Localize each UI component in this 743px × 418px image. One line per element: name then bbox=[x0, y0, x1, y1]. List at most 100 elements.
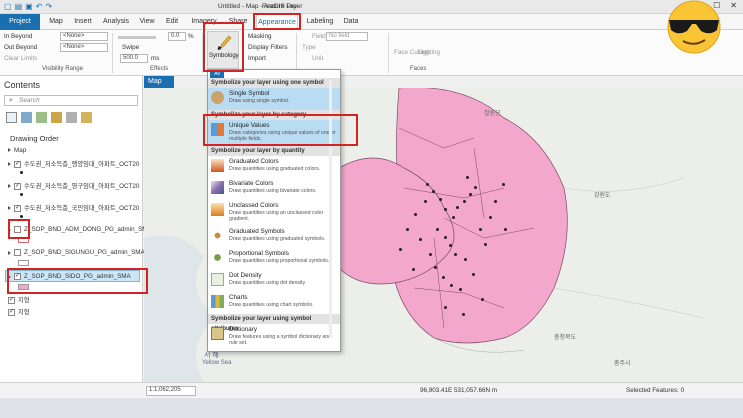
layer-item[interactable]: ✓ 지형 bbox=[8, 307, 30, 316]
expand-icon[interactable] bbox=[8, 227, 11, 232]
point-symbol bbox=[20, 171, 23, 174]
list-by-snapping-icon[interactable] bbox=[66, 112, 77, 123]
close-icon[interactable]: ✕ bbox=[730, 1, 737, 10]
polygon-swatch bbox=[18, 237, 29, 243]
tab-analysis[interactable]: Analysis bbox=[100, 14, 132, 30]
point-symbol bbox=[20, 215, 23, 218]
visibility-checkbox[interactable]: ✓ bbox=[8, 308, 15, 316]
layer-item[interactable]: ✓ 수도권_저소득층_행양임대_아파트_OCT20 bbox=[8, 159, 139, 168]
ribbon: In Beyond Out Beyond Clear Limits <None>… bbox=[0, 30, 743, 76]
charts-option[interactable]: Charts Draw quantities using chart symbo… bbox=[208, 292, 340, 314]
symbology-button[interactable]: Symbology bbox=[207, 31, 239, 69]
single-symbol-option[interactable]: Single Symbol Draw using single symbol. bbox=[208, 88, 340, 110]
list-by-selection-icon[interactable] bbox=[36, 112, 47, 123]
proportional-symbols-icon bbox=[211, 251, 224, 264]
layer-item[interactable]: ✓ Z_SOP_BND_SIDO_PG_admin_SMA bbox=[8, 273, 131, 280]
layer-item[interactable]: ✓ 수도권_저소득층_영구임대_아파트_OCT20 bbox=[8, 181, 139, 190]
menu-section-header: Symbolize your layer by quantity bbox=[208, 146, 340, 156]
dot-density-icon bbox=[211, 273, 224, 286]
proportional-symbols-option[interactable]: Proportional Symbols Draw quantities usi… bbox=[208, 248, 340, 270]
out-beyond-select[interactable]: <None> bbox=[60, 43, 108, 52]
transparency-slider[interactable] bbox=[118, 36, 156, 39]
import-button[interactable]: Import bbox=[248, 55, 266, 62]
new-icon[interactable]: ▢ bbox=[4, 2, 12, 11]
visibility-checkbox[interactable]: ✓ bbox=[14, 182, 21, 190]
tab-insert[interactable]: Insert bbox=[70, 14, 96, 30]
group-effects: Effects bbox=[150, 66, 169, 72]
map-node[interactable]: Map bbox=[8, 147, 26, 154]
taskbar bbox=[0, 398, 743, 418]
tab-map-view[interactable]: Map bbox=[144, 76, 174, 88]
unique-values-icon bbox=[211, 123, 224, 136]
flicker-input[interactable]: 500.0 bbox=[120, 54, 148, 63]
tab-imagery[interactable]: Imagery bbox=[188, 14, 220, 30]
expand-icon[interactable] bbox=[8, 148, 11, 153]
out-beyond-button[interactable]: Out Beyond bbox=[4, 44, 37, 51]
tab-share[interactable]: Share bbox=[226, 14, 250, 30]
field-select[interactable]: No field bbox=[326, 32, 368, 41]
expand-icon[interactable] bbox=[8, 206, 11, 211]
visibility-checkbox[interactable]: ✓ bbox=[14, 160, 21, 168]
in-beyond-button[interactable]: In Beyond bbox=[4, 33, 32, 40]
layer-item[interactable]: ✓ 수도권_저소득층_국민임대_아파트_OCT20 bbox=[8, 203, 139, 212]
divider bbox=[388, 33, 389, 73]
expand-icon[interactable] bbox=[8, 162, 11, 167]
transparency-input[interactable]: 0.0 bbox=[168, 32, 186, 41]
tab-labeling[interactable]: Labeling bbox=[304, 14, 336, 30]
lighting-button[interactable]: Lighting bbox=[418, 49, 440, 56]
list-by-drawing-order-icon[interactable] bbox=[6, 112, 17, 123]
graduated-colors-option[interactable]: Graduated Colors Draw quantities using g… bbox=[208, 156, 340, 178]
redo-icon[interactable]: ↷ bbox=[45, 2, 52, 11]
unclassed-colors-option[interactable]: Unclassed Colors Draw quantities using a… bbox=[208, 200, 340, 226]
menu-scrollbar[interactable] bbox=[329, 80, 332, 338]
map-label-chungju: 충주시 bbox=[614, 361, 631, 367]
tab-appearance[interactable]: Appearance bbox=[256, 14, 298, 30]
type-label: Type bbox=[302, 44, 316, 51]
visibility-checkbox[interactable]: ✓ bbox=[14, 204, 21, 212]
in-beyond-select[interactable]: <None> bbox=[60, 32, 108, 41]
graduated-symbols-option[interactable]: Graduated Symbols Draw quantities using … bbox=[208, 226, 340, 248]
dictionary-icon bbox=[211, 327, 224, 340]
visibility-checkbox[interactable]: ✓ bbox=[14, 273, 21, 280]
search-input[interactable]: ⌕ Search bbox=[4, 95, 138, 106]
map-label-gangwon: 강원도 bbox=[594, 193, 611, 199]
open-icon[interactable]: ▤ bbox=[15, 2, 23, 11]
save-icon[interactable]: ▣ bbox=[25, 2, 33, 11]
list-by-source-icon[interactable] bbox=[21, 112, 32, 123]
display-filters-button[interactable]: Display Filters bbox=[248, 44, 288, 51]
list-by-editing-icon[interactable] bbox=[51, 112, 62, 123]
filter-all-button[interactable]: All bbox=[210, 71, 224, 78]
expand-icon[interactable] bbox=[8, 250, 11, 255]
map-label-yellow-sea: Yellow Sea bbox=[202, 360, 232, 366]
tab-map[interactable]: Map bbox=[44, 14, 68, 30]
tab-data[interactable]: Data bbox=[340, 14, 362, 30]
contents-pane: Contents ⌕ Search Drawing Order Map ✓ 수도권… bbox=[0, 76, 152, 382]
tab-edit[interactable]: Edit bbox=[162, 14, 182, 30]
clear-limits-button[interactable]: Clear Limits bbox=[4, 55, 37, 62]
graduated-colors-icon bbox=[211, 159, 224, 172]
bivariate-colors-option[interactable]: Bivariate Colors Draw quantities using b… bbox=[208, 178, 340, 200]
undo-icon[interactable]: ↶ bbox=[36, 2, 43, 11]
tab-view[interactable]: View bbox=[136, 14, 158, 30]
unit-label: Unit bbox=[312, 55, 324, 62]
layer-item[interactable]: Z_SOP_BND_ADM_DONG_PG_admin_SMA bbox=[8, 226, 152, 233]
divider bbox=[296, 33, 297, 73]
tab-project[interactable]: Project bbox=[0, 14, 40, 30]
layer-item[interactable]: Z_SOP_BND_SIGUNGU_PG_admin_SMA bbox=[8, 249, 145, 256]
list-by-labeling-icon[interactable] bbox=[81, 112, 92, 123]
selected-features-count: Selected Features: 0 bbox=[626, 387, 685, 394]
paintbrush-icon bbox=[217, 35, 232, 50]
expand-icon[interactable] bbox=[8, 184, 11, 189]
visibility-checkbox[interactable] bbox=[14, 226, 21, 233]
visibility-checkbox[interactable] bbox=[14, 249, 21, 256]
expand-icon[interactable] bbox=[8, 274, 11, 279]
layer-item[interactable]: ✓ 지형 bbox=[8, 295, 30, 304]
scale-selector[interactable]: 1:1,062,205 bbox=[146, 386, 196, 396]
charts-icon bbox=[211, 295, 224, 308]
masking-button[interactable]: Masking bbox=[248, 33, 271, 40]
unique-values-option[interactable]: Unique Values Draw categories using uniq… bbox=[208, 120, 340, 146]
visibility-checkbox[interactable]: ✓ bbox=[8, 296, 15, 304]
dot-density-option[interactable]: Dot Density Draw quantities using dot de… bbox=[208, 270, 340, 292]
dictionary-option[interactable]: Dictionary Draw features using a symbol … bbox=[208, 324, 340, 350]
swipe-button[interactable]: Swipe bbox=[122, 44, 139, 51]
